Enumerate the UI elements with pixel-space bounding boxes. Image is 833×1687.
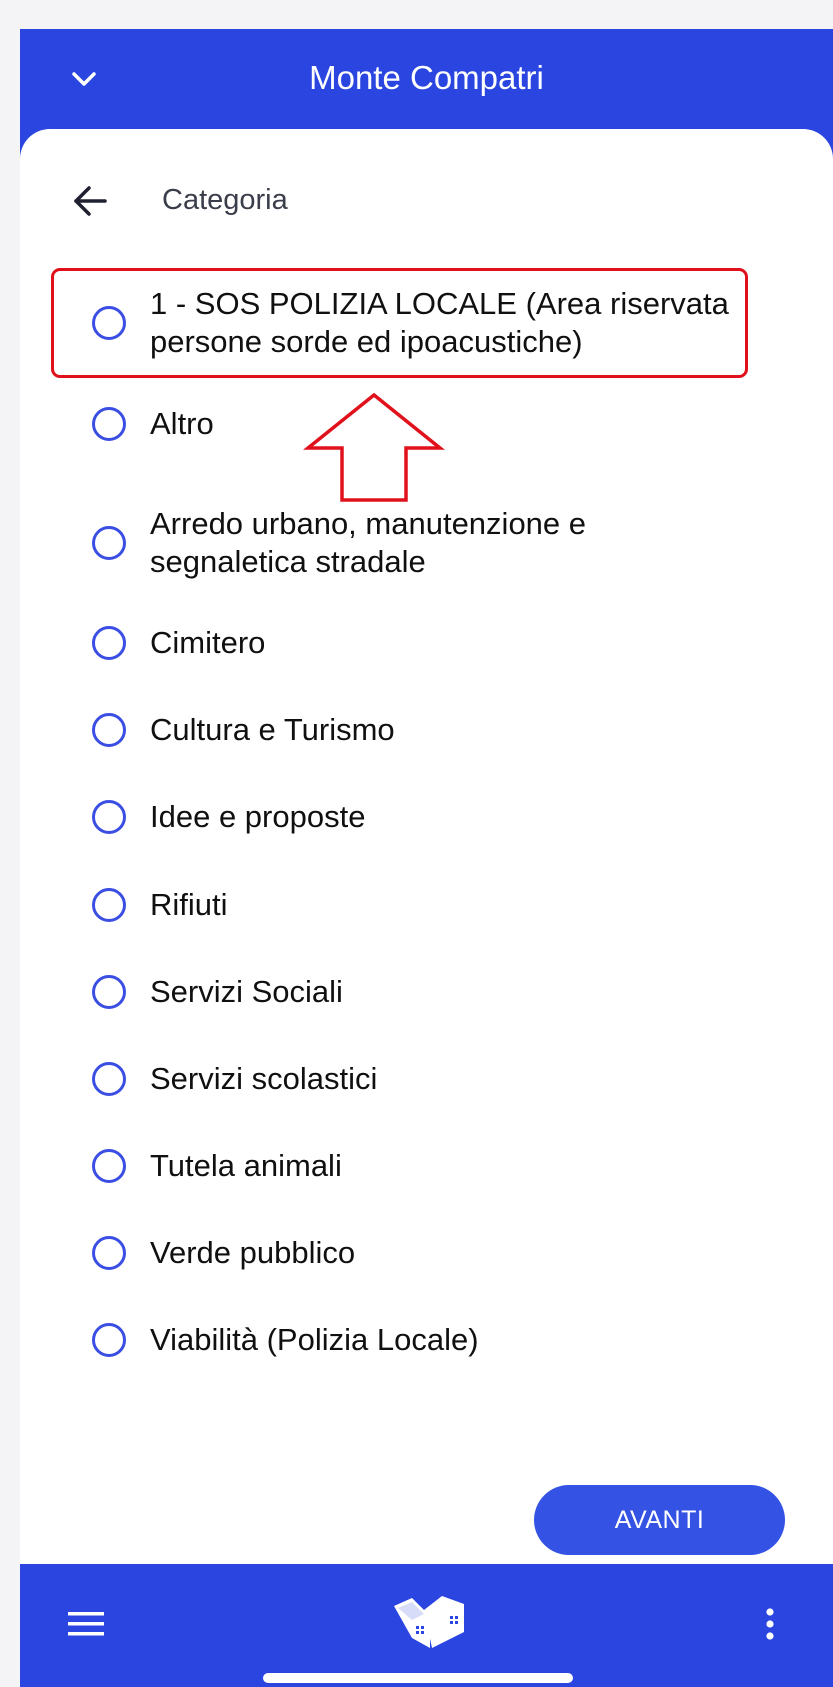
category-label: Cultura e Turismo (150, 712, 395, 747)
sheet-title: Categoria (162, 184, 288, 216)
category-option[interactable]: Servizi scolastici (68, 1054, 788, 1104)
menu-button[interactable] (64, 1602, 108, 1646)
app-logo-icon (394, 1596, 464, 1648)
category-option[interactable]: Arredo urbano, manutenzione e segnaletic… (68, 497, 788, 589)
radio-button[interactable] (92, 626, 126, 660)
up-arrow-annotation-icon (303, 392, 445, 502)
app-screen: Monte Compatri Categoria 1 - SOS POLIZIA… (20, 29, 833, 1687)
radio-button[interactable] (92, 526, 126, 560)
category-sheet: Categoria 1 - SOS POLIZIA LOCALE (Area r… (20, 129, 833, 1564)
category-label: Servizi Sociali (150, 974, 343, 1009)
category-label: Tutela animali (150, 1148, 342, 1183)
radio-button[interactable] (92, 800, 126, 834)
category-option[interactable]: Verde pubblico (68, 1228, 788, 1278)
radio-button[interactable] (92, 407, 126, 441)
category-label: Arredo urbano, manutenzione e segnaletic… (150, 506, 587, 579)
radio-button[interactable] (92, 1149, 126, 1183)
bottom-app-bar (20, 1564, 833, 1687)
category-label: Cimitero (150, 625, 266, 660)
radio-button[interactable] (92, 975, 126, 1009)
arrow-left-icon (74, 186, 107, 216)
highlight-box (51, 268, 748, 378)
category-option[interactable]: Viabilità (Polizia Locale) (68, 1315, 788, 1365)
radio-button[interactable] (92, 888, 126, 922)
category-label: Servizi scolastici (150, 1061, 378, 1096)
category-label: Altro (150, 406, 214, 441)
top-app-bar: Monte Compatri (20, 29, 833, 129)
category-option[interactable]: Servizi Sociali (68, 967, 788, 1017)
category-option[interactable]: Cimitero (68, 618, 788, 668)
home-indicator[interactable] (263, 1673, 573, 1683)
category-option[interactable]: Cultura e Turismo (68, 705, 788, 755)
category-option[interactable]: Tutela animali (68, 1141, 788, 1191)
radio-button[interactable] (92, 1323, 126, 1357)
radio-button[interactable] (92, 713, 126, 747)
more-options-button[interactable] (752, 1602, 788, 1646)
category-label: Idee e proposte (150, 799, 366, 834)
app-title: Monte Compatri (309, 59, 544, 96)
radio-button[interactable] (92, 1236, 126, 1270)
back-button[interactable] (68, 179, 112, 223)
category-option[interactable]: Rifiuti (68, 880, 788, 930)
category-label: Rifiuti (150, 887, 228, 922)
category-label: Verde pubblico (150, 1235, 356, 1270)
category-option[interactable]: Idee e proposte (68, 792, 788, 842)
category-label: Viabilità (Polizia Locale) (150, 1322, 479, 1357)
next-button[interactable]: AVANTI (534, 1485, 785, 1555)
radio-button[interactable] (92, 1062, 126, 1096)
hamburger-menu-icon (68, 1612, 104, 1636)
more-vertical-icon (766, 1608, 774, 1640)
